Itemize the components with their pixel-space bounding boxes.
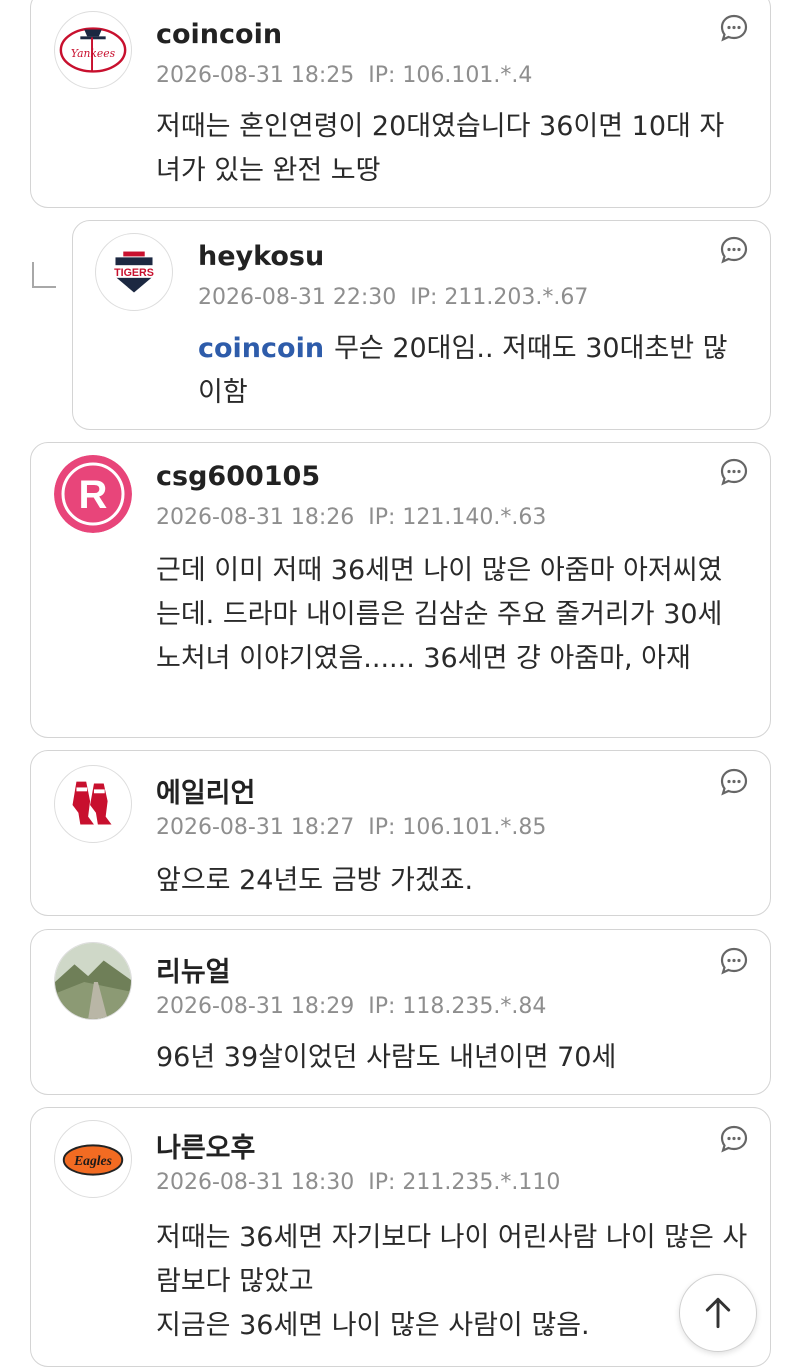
comment-text: 앞으로 24년도 금방 가겠죠. bbox=[156, 865, 474, 896]
arrow-up-icon bbox=[705, 1297, 731, 1329]
tigers-avatar[interactable]: TIGERS bbox=[95, 233, 173, 311]
svg-text:Yankees: Yankees bbox=[71, 47, 116, 60]
comment-meta: 2026-08-31 18:30 IP: 211.235.*.110 bbox=[156, 1170, 560, 1195]
yankees-avatar[interactable]: Yankees bbox=[54, 11, 132, 89]
comment-ip: IP: 106.101.*.4 bbox=[368, 63, 533, 88]
tigers-logo-text: TIGERS bbox=[114, 267, 154, 279]
r-logo-text: R bbox=[79, 473, 108, 517]
mention-link[interactable]: coincoin bbox=[198, 333, 324, 364]
comment-nickname[interactable]: 리뉴얼 bbox=[156, 950, 231, 989]
comment-card: Yankees coincoin 2026-08-31 18:25 IP: 106… bbox=[30, 0, 771, 208]
comment-date: 2026-08-31 18:27 bbox=[156, 815, 355, 840]
comment-ip: IP: 106.101.*.85 bbox=[368, 815, 547, 840]
comment-meta: 2026-08-31 22:30 IP: 211.203.*.67 bbox=[198, 285, 588, 310]
comment-card: 에일리언 2026-08-31 18:27 IP: 106.101.*.85 앞으… bbox=[30, 750, 771, 916]
comment-nickname[interactable]: coincoin bbox=[156, 19, 282, 50]
comment-date: 2026-08-31 18:30 bbox=[156, 1170, 355, 1195]
eagles-avatar[interactable]: Eagles bbox=[54, 1120, 132, 1198]
comment-date: 2026-08-31 18:25 bbox=[156, 63, 355, 88]
speech-bubble-dots-icon[interactable] bbox=[719, 1124, 749, 1154]
comment-text: 저때는 36세면 자기보다 나이 어린사람 나이 많은 사람보다 많았고 지금은… bbox=[156, 1222, 748, 1341]
speech-bubble-dots-icon[interactable] bbox=[719, 235, 749, 265]
comment-card: R csg600105 2026-08-31 18:26 IP: 121.140.… bbox=[30, 442, 771, 738]
comment-nickname[interactable]: csg600105 bbox=[156, 461, 320, 492]
comment-ip: IP: 211.235.*.110 bbox=[368, 1170, 561, 1195]
comment-date: 2026-08-31 18:29 bbox=[156, 994, 355, 1019]
comment-card: Eagles 나른오후 2026-08-31 18:30 IP: 211.235.… bbox=[30, 1107, 771, 1367]
speech-bubble-dots-icon[interactable] bbox=[719, 767, 749, 797]
scroll-top-button[interactable] bbox=[679, 1274, 757, 1352]
speech-bubble-dots-icon[interactable] bbox=[719, 13, 749, 43]
reply-corner-icon bbox=[32, 262, 56, 288]
comment-ip: IP: 121.140.*.63 bbox=[368, 505, 547, 530]
comment-text: 저때는 혼인연령이 20대였습니다 36이면 10대 자녀가 있는 완전 노땅 bbox=[156, 111, 725, 186]
red-sox-avatar[interactable] bbox=[54, 765, 132, 843]
r-logo-avatar[interactable]: R bbox=[54, 455, 132, 533]
speech-bubble-dots-icon[interactable] bbox=[719, 946, 749, 976]
comment-nickname[interactable]: 에일리언 bbox=[156, 771, 255, 810]
comment-text: 96년 39살이었던 사람도 내년이면 70세 bbox=[156, 1042, 617, 1073]
comment-meta: 2026-08-31 18:25 IP: 106.101.*.4 bbox=[156, 63, 532, 88]
comment-text: coincoin 무슨 20대임.. 저때도 30대초반 많이함 bbox=[198, 327, 748, 415]
comment-date: 2026-08-31 22:30 bbox=[198, 285, 397, 310]
landscape-photo-avatar[interactable] bbox=[54, 942, 132, 1020]
comment-nickname[interactable]: 나른오후 bbox=[156, 1126, 255, 1165]
comment-nickname[interactable]: heykosu bbox=[198, 241, 324, 272]
comment-ip: IP: 211.203.*.67 bbox=[410, 285, 589, 310]
reply-comment-card: TIGERS heykosu 2026-08-31 22:30 IP: 211.2… bbox=[72, 220, 771, 430]
eagles-logo-text: Eagles bbox=[73, 1153, 112, 1168]
comment-ip: IP: 118.235.*.84 bbox=[368, 994, 547, 1019]
comment-card: 리뉴얼 2026-08-31 18:29 IP: 118.235.*.84 96년… bbox=[30, 929, 771, 1095]
comment-date: 2026-08-31 18:26 bbox=[156, 505, 355, 530]
comment-meta: 2026-08-31 18:27 IP: 106.101.*.85 bbox=[156, 815, 546, 840]
speech-bubble-dots-icon[interactable] bbox=[719, 457, 749, 487]
comment-meta: 2026-08-31 18:29 IP: 118.235.*.84 bbox=[156, 994, 546, 1019]
comment-text: 근데 이미 저때 36세면 나이 많은 아줌마 아저씨였는데. 드라마 내이름은… bbox=[156, 555, 723, 674]
comment-meta: 2026-08-31 18:26 IP: 121.140.*.63 bbox=[156, 505, 546, 530]
